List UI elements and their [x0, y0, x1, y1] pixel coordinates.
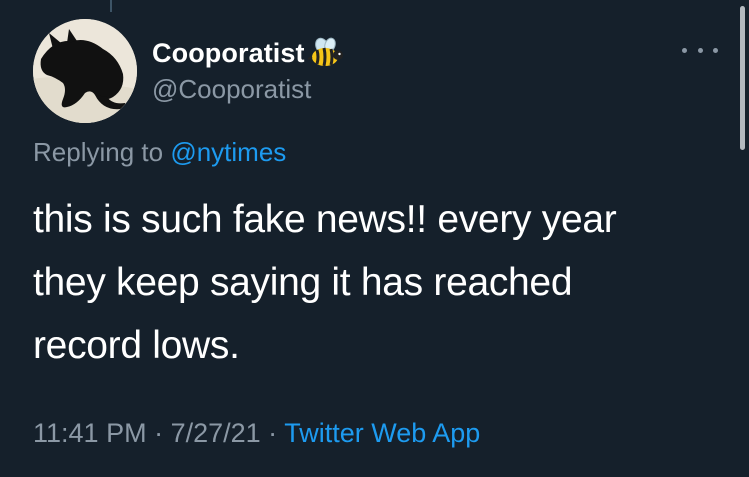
tweet-metadata: 11:41 PM · 7/27/21 · Twitter Web App [33, 418, 480, 449]
tweet-date[interactable]: 7/27/21 [171, 418, 261, 448]
tweet-text-line: record lows. [33, 324, 240, 367]
black-cat-photo-icon [33, 19, 137, 123]
tweet-text: this is such fake news!! every year they… [33, 188, 723, 377]
more-options-icon[interactable] [680, 40, 720, 60]
display-name[interactable]: Cooporatist [152, 38, 305, 69]
avatar[interactable] [33, 19, 137, 123]
display-name-row[interactable]: Cooporatist [152, 36, 344, 70]
tweet-source-link[interactable]: Twitter Web App [284, 418, 480, 448]
meta-separator: · [146, 418, 171, 448]
tweet-time[interactable]: 11:41 PM [33, 418, 147, 448]
tweet-text-line: this is such fake news!! every year [33, 198, 617, 241]
user-handle[interactable]: @Cooporatist [152, 74, 311, 105]
reply-mention-link[interactable]: @nytimes [170, 137, 286, 167]
thread-connector-line [110, 0, 112, 12]
replying-to-line: Replying to @nytimes [33, 137, 286, 168]
bee-icon [307, 37, 343, 67]
tweet-text-line: they keep saying it has reached [33, 261, 573, 304]
scrollbar[interactable] [740, 6, 745, 150]
meta-separator: · [260, 418, 285, 448]
replying-to-label: Replying to [33, 137, 171, 167]
